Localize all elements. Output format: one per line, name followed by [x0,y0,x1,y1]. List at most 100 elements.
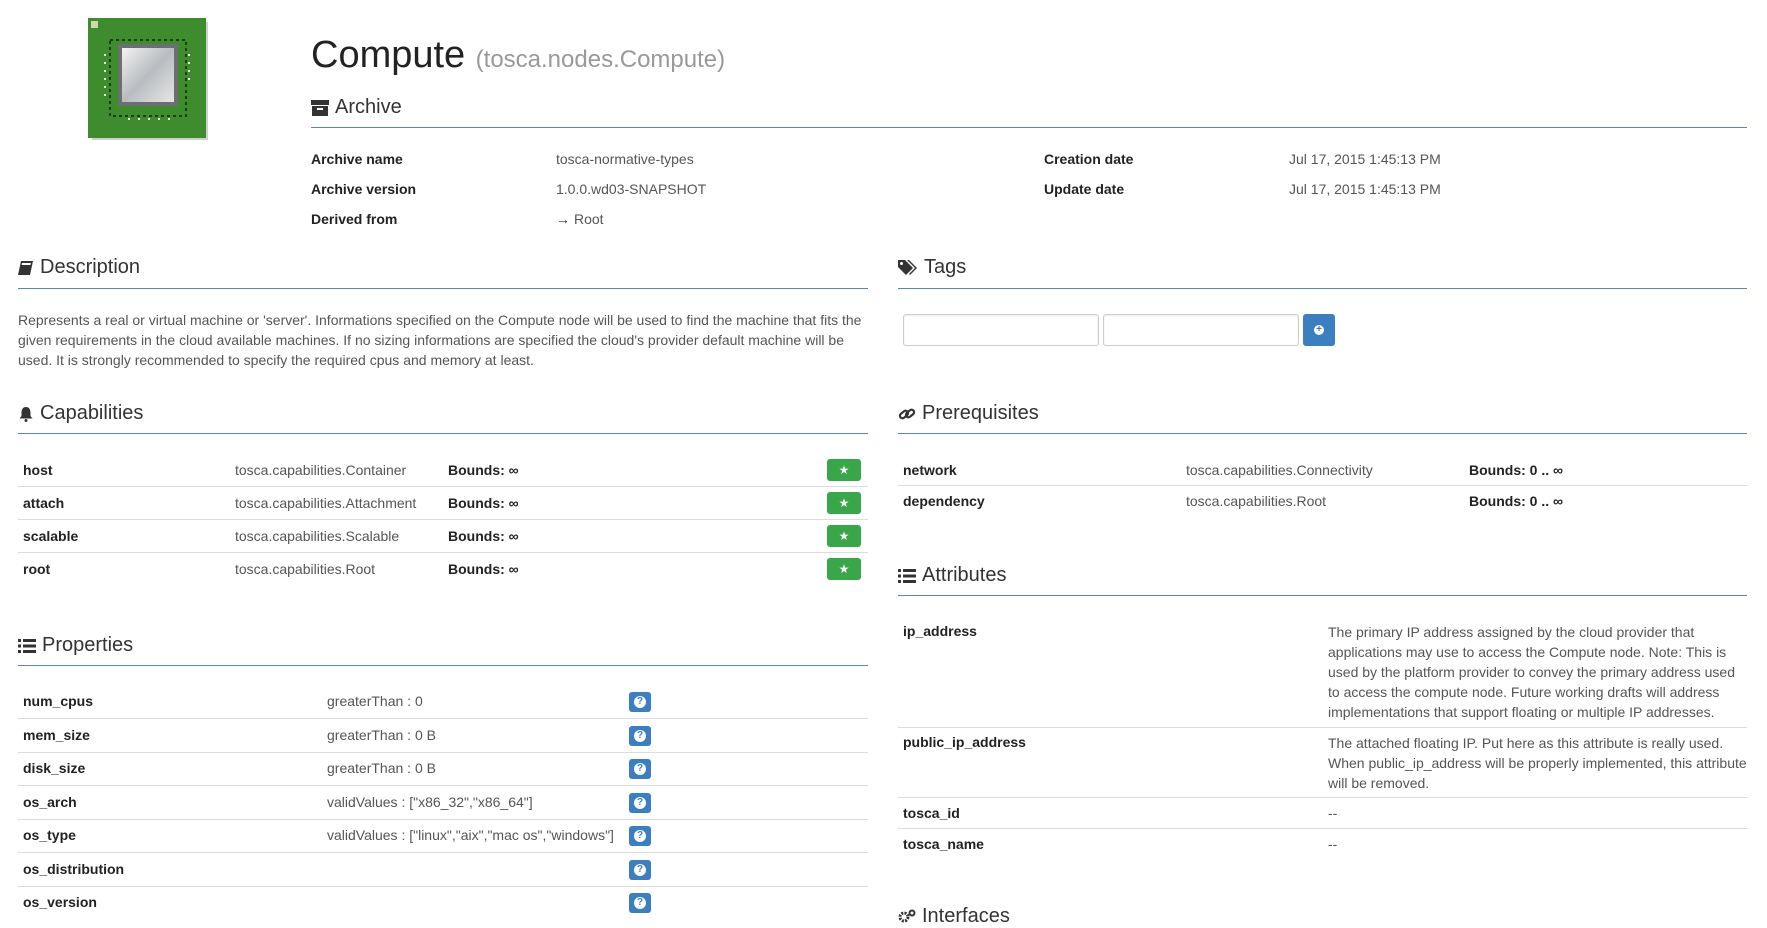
star-icon: ★ [838,496,850,510]
list-icon [898,568,916,583]
prerequisite-name: network [903,462,957,478]
attribute-description: -- [1328,805,1338,821]
property-row-divider [18,852,868,853]
capabilities-divider [18,433,868,434]
description-divider [18,288,868,289]
prerequisites-divider [898,433,1747,434]
link-icon [898,408,916,419]
capability-type: tosca.capabilities.Scalable [235,528,400,544]
capability-type: tosca.capabilities.Root [235,561,376,577]
arrow-right-icon: → [556,211,570,227]
property-name: disk_size [23,760,86,776]
description-line: Represents a real or virtual machine or … [18,312,862,328]
creation-date-label: Creation date [1044,151,1134,167]
capability-bounds: Bounds: ∞ [448,495,519,511]
cpu-chip-icon [88,18,208,140]
prerequisites-section-title: Prerequisites [898,402,1039,425]
question-icon: ? [634,897,646,909]
attribute-name: public_ip_address [903,734,1026,750]
node-type-name: (tosca.nodes.Compute) [475,46,726,73]
archive-version-label: Archive version [311,181,417,197]
attribute-description-line: used by the platform provider to convey … [1328,664,1735,680]
property-name: num_cpus [23,693,94,709]
derived-from-link[interactable]: Root [574,211,604,227]
property-row-divider [18,752,868,753]
star-icon: ★ [838,562,850,576]
attribute-description-line: When public_ip_address will be properly … [1328,755,1747,771]
prerequisite-type: tosca.capabilities.Root [1186,493,1327,509]
attribute-description: The attached floating IP. Put here as th… [1328,733,1747,793]
attribute-description-line: applications may use to access the Compu… [1328,644,1727,660]
property-constraint: validValues : ["x86_32","x86_64"] [327,794,533,810]
attribute-row-divider [898,727,1747,728]
capability-star-button[interactable]: ★ [827,558,861,580]
capability-name: host [23,462,53,478]
description-line: given requirements in the cloud availabl… [18,332,845,348]
property-info-button[interactable]: ? [629,793,651,813]
property-row-divider [18,886,868,887]
capability-type: tosca.capabilities.Attachment [235,495,417,511]
update-date-value: Jul 17, 2015 1:45:13 PM [1289,181,1441,197]
property-name: mem_size [23,727,90,743]
derived-from-value[interactable]: → Root [556,211,604,227]
attribute-name: ip_address [903,623,977,639]
property-name: os_distribution [23,861,125,877]
property-row-divider [18,718,868,719]
property-row-divider [18,785,868,786]
star-icon: ★ [838,463,850,477]
property-name: os_type [23,827,76,843]
question-icon: ? [634,730,646,742]
attribute-description: -- [1328,836,1338,852]
capability-type: tosca.capabilities.Container [235,462,407,478]
archive-section-title: Archive [311,96,402,119]
capability-row-divider [18,486,868,487]
update-date-label: Update date [1044,181,1125,197]
plus-circle-icon: + [1314,325,1324,335]
property-info-button[interactable]: ? [629,860,651,880]
question-icon: ? [634,696,646,708]
archive-divider [311,127,1747,128]
property-info-button[interactable]: ? [629,759,651,779]
property-info-button[interactable]: ? [629,826,651,846]
attribute-description: The primary IP address assigned by the c… [1328,622,1735,722]
add-tag-button[interactable]: + [1303,314,1335,346]
archive-name-label: Archive name [311,151,403,167]
attribute-description-line: to access the compute node. Future worki… [1328,684,1720,700]
capability-name: scalable [23,528,79,544]
tag-key-input[interactable] [903,314,1099,346]
properties-section-title: Properties [18,634,133,657]
property-name: os_version [23,894,97,910]
creation-date-value: Jul 17, 2015 1:45:13 PM [1289,151,1441,167]
tags-icon [898,259,917,275]
capability-star-button[interactable]: ★ [827,492,861,514]
question-icon: ? [634,797,646,809]
capability-row-divider [18,519,868,520]
capability-name: root [23,561,51,577]
capability-star-button[interactable]: ★ [827,459,861,481]
property-row-divider [18,819,868,820]
tag-value-input[interactable] [1103,314,1299,346]
attributes-section-title: Attributes [898,564,1006,587]
node-name: Compute [311,34,466,76]
book-icon [18,260,33,275]
derived-from-label: Derived from [311,211,398,227]
archive-version-value: 1.0.0.wd03-SNAPSHOT [556,181,707,197]
capability-name: attach [23,495,65,511]
bell-icon [19,406,33,422]
property-info-button[interactable]: ? [629,692,651,712]
attribute-description-line: The attached floating IP. Put here as th… [1328,735,1724,751]
property-info-button[interactable]: ? [629,726,651,746]
property-info-button[interactable]: ? [629,893,651,913]
capability-bounds: Bounds: ∞ [448,462,519,478]
property-constraint: validValues : ["linux","aix","mac os","w… [327,827,614,843]
description-text: Represents a real or virtual machine or … [18,310,878,370]
node-image [88,18,210,142]
capabilities-section-title: Capabilities [18,402,143,425]
attribute-row-divider [898,828,1747,829]
attribute-description-line: implementations that support floating or… [1328,704,1715,720]
description-section-title: Description [18,256,140,279]
page-title: Compute (tosca.nodes.Compute) [311,34,725,77]
capability-star-button[interactable]: ★ [827,525,861,547]
tags-section-title: Tags [898,256,966,279]
prerequisite-name: dependency [903,493,985,509]
